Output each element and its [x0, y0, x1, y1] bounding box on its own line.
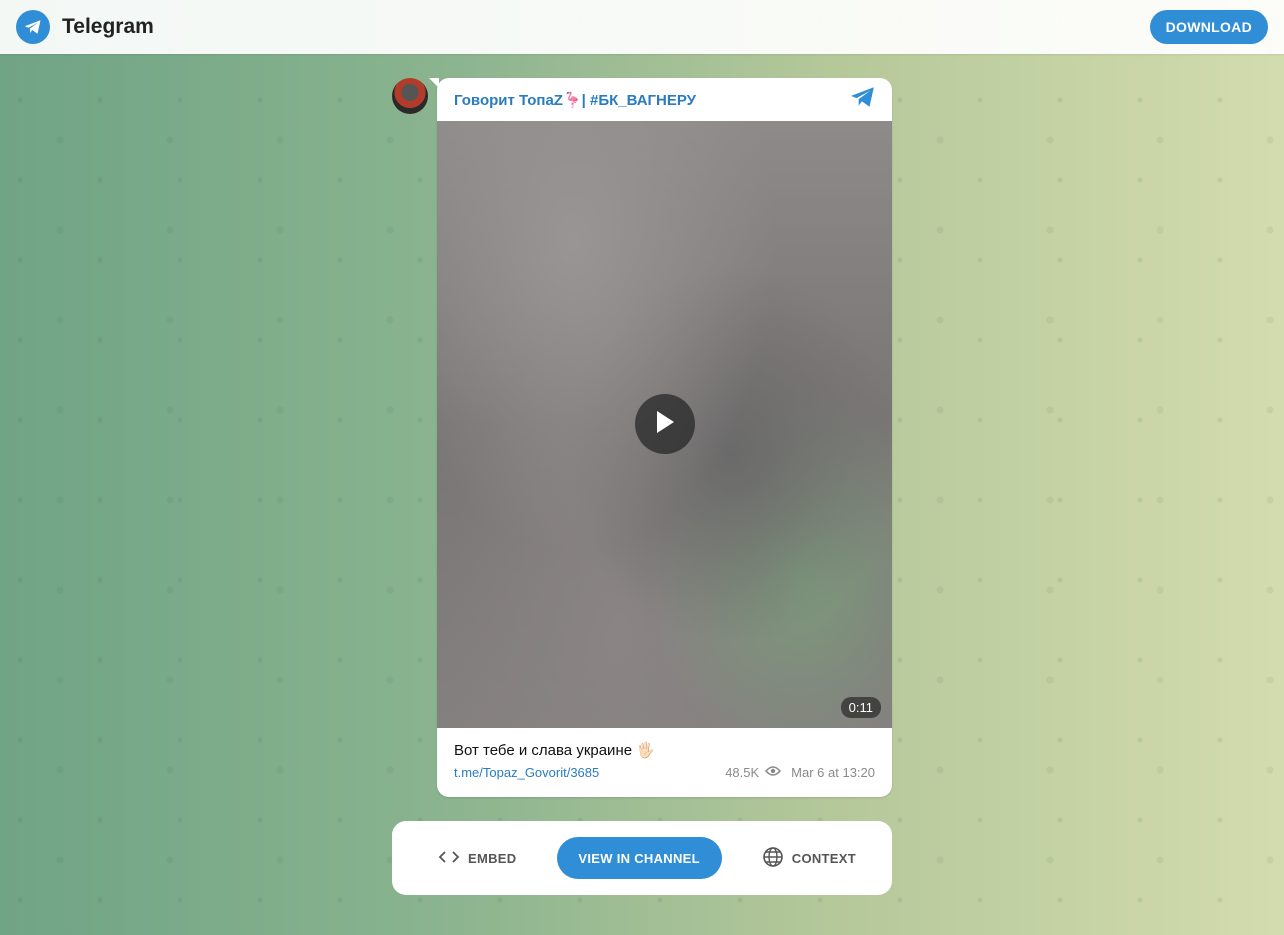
telegram-logo-icon	[16, 10, 50, 44]
code-icon	[438, 850, 460, 867]
post-date[interactable]: Mar 6 at 13:20	[791, 765, 875, 780]
play-button[interactable]	[635, 394, 695, 454]
download-button[interactable]: DOWNLOAD	[1149, 10, 1268, 44]
brand[interactable]: Telegram	[16, 10, 154, 44]
view-in-channel-button[interactable]: VIEW IN CHANNEL	[556, 837, 722, 879]
hand-emoji: 🖐🏻	[636, 742, 655, 759]
channel-avatar[interactable]	[392, 78, 428, 114]
views-count: 48.5K	[725, 765, 760, 780]
post-meta: 48.5K Mar 6 at 13:20	[725, 765, 875, 780]
telegram-plane-icon[interactable]	[850, 86, 876, 113]
play-icon	[654, 409, 676, 440]
caption-text: Вот тебе и слава украине	[454, 741, 633, 759]
post-footer: t.me/Topaz_Govorit/3685 48.5K Mar 6 at 1…	[437, 759, 892, 780]
post-card: Говорит ТопаZ🦩| #БК_ВАГНЕРУ 0:11 Вот теб…	[429, 78, 892, 797]
video-duration: 0:11	[840, 697, 881, 718]
top-bar: Telegram DOWNLOAD	[0, 0, 1284, 54]
embed-label: EMBED	[468, 850, 517, 866]
context-button[interactable]: CONTEXT	[762, 846, 856, 871]
context-label: CONTEXT	[791, 850, 856, 866]
post-header: Говорит ТопаZ🦩| #БК_ВАГНЕРУ	[437, 78, 892, 121]
globe-icon	[762, 846, 784, 871]
eye-icon	[765, 765, 782, 780]
post-permalink[interactable]: t.me/Topaz_Govorit/3685	[454, 765, 599, 780]
post-caption: Вот тебе и слава украине 🖐🏻	[437, 728, 892, 760]
embed-button[interactable]: EMBED	[438, 850, 516, 867]
action-bar: EMBED VIEW IN CHANNEL CONTEXT	[392, 821, 892, 895]
video-player[interactable]: 0:11	[437, 121, 892, 728]
brand-name: Telegram	[62, 15, 154, 38]
channel-name-link[interactable]: Говорит ТопаZ🦩| #БК_ВАГНЕРУ	[454, 91, 696, 109]
